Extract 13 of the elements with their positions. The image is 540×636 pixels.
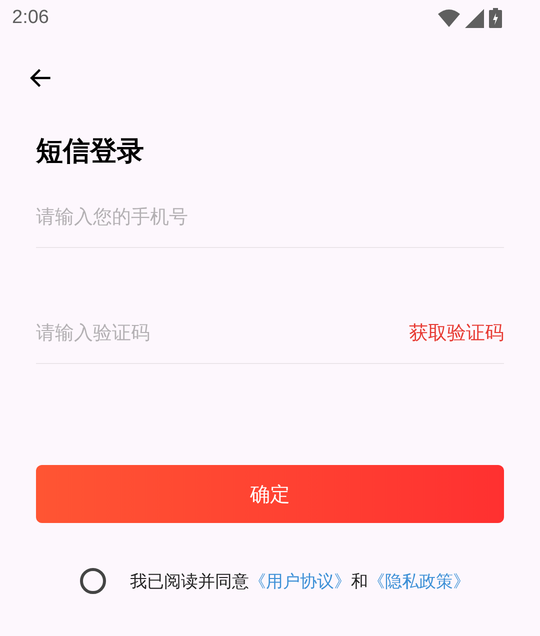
agreement-link[interactable]: 《用户协议》: [249, 572, 351, 592]
wifi-icon: [438, 9, 460, 27]
code-input-field[interactable]: 请输入验证码: [36, 313, 409, 353]
confirm-button[interactable]: 确定: [36, 465, 504, 523]
battery-icon: [489, 8, 502, 28]
agreement-checkbox[interactable]: [80, 568, 106, 594]
status-time: 2:06: [12, 7, 49, 29]
agreement-text: 我已阅读并同意《用户协议》和《隐私政策》: [130, 570, 470, 592]
agreement-link[interactable]: 《隐私政策》: [368, 572, 470, 592]
signal-icon: [465, 8, 484, 28]
phone-input-field[interactable]: 请输入您的手机号: [36, 197, 504, 237]
get-code-link[interactable]: 获取验证码: [409, 320, 504, 346]
page-title: 短信登录: [36, 135, 145, 169]
